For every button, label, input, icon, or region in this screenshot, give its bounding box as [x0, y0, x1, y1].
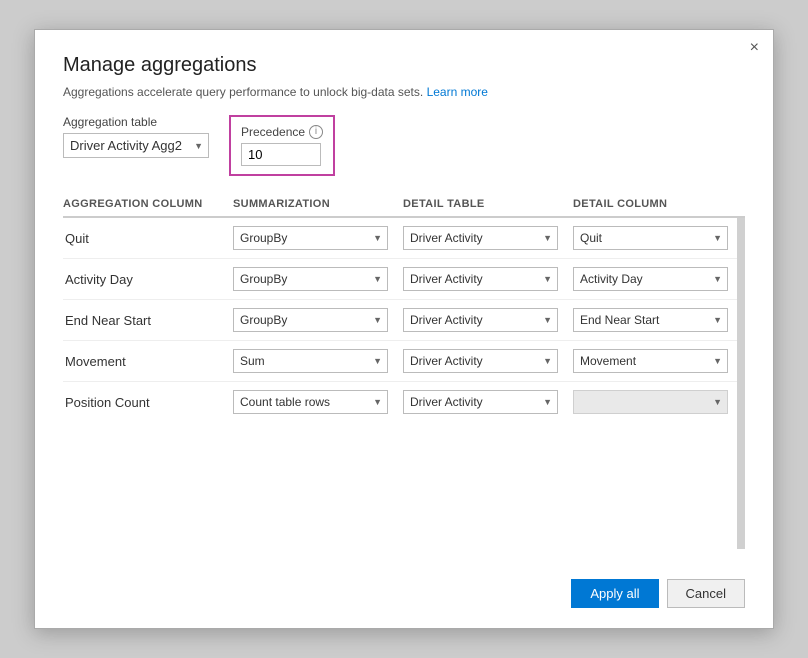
- detail-table-select-wrapper[interactable]: Driver Activity: [403, 267, 558, 291]
- top-controls: Aggregation table Driver Activity Agg2 P…: [63, 115, 745, 176]
- detail-column-select[interactable]: End Near Start: [573, 308, 728, 332]
- precedence-input[interactable]: [241, 143, 321, 166]
- col-header-detail-column: DETAIL COLUMN: [573, 198, 743, 210]
- detail-table-select-wrapper[interactable]: Driver Activity: [403, 308, 558, 332]
- col-header-detail-table: DETAIL TABLE: [403, 198, 573, 210]
- detail-column-select[interactable]: Activity Day: [573, 267, 728, 291]
- summarization-select[interactable]: GroupBy: [233, 267, 388, 291]
- dialog-footer: Apply all Cancel: [63, 569, 745, 608]
- detail-column-select-wrapper[interactable]: End Near Start: [573, 308, 728, 332]
- detail-table-select[interactable]: Driver Activity: [403, 226, 558, 250]
- precedence-label-row: Precedence i: [241, 125, 323, 139]
- detail-table-select-wrapper[interactable]: Driver Activity: [403, 349, 558, 373]
- close-button[interactable]: ×: [750, 40, 759, 56]
- summarization-select-wrapper[interactable]: GroupBy: [233, 267, 388, 291]
- detail-table-select[interactable]: Driver Activity: [403, 308, 558, 332]
- apply-all-button[interactable]: Apply all: [571, 579, 658, 608]
- summarization-select[interactable]: GroupBy: [233, 226, 388, 250]
- agg-table-label: Aggregation table: [63, 115, 209, 129]
- detail-column-select-wrapper[interactable]: Movement: [573, 349, 728, 373]
- delete-row-button[interactable]: 🗑: [743, 353, 745, 369]
- detail-column-select-wrapper[interactable]: Quit: [573, 226, 728, 250]
- table-row: Activity DayGroupByDriver ActivityActivi…: [63, 259, 737, 300]
- agg-column-label: Activity Day: [63, 272, 233, 287]
- precedence-box: Precedence i: [229, 115, 335, 176]
- manage-aggregations-dialog: × Manage aggregations Aggregations accel…: [34, 29, 774, 629]
- table-header: AGGREGATION COLUMN SUMMARIZATION DETAIL …: [63, 192, 745, 218]
- table-row: MovementSumDriver ActivityMovement🗑: [63, 341, 737, 382]
- col-header-summarization: SUMMARIZATION: [233, 198, 403, 210]
- agg-table-select[interactable]: Driver Activity Agg2: [63, 133, 209, 158]
- summarization-select-wrapper[interactable]: Count table rows: [233, 390, 388, 414]
- table-row: End Near StartGroupByDriver ActivityEnd …: [63, 300, 737, 341]
- detail-column-select-wrapper: [573, 390, 728, 414]
- learn-more-link[interactable]: Learn more: [427, 85, 488, 99]
- detail-column-select: [573, 390, 728, 414]
- summarization-select-wrapper[interactable]: Sum: [233, 349, 388, 373]
- agg-table-field: Aggregation table Driver Activity Agg2: [63, 115, 209, 158]
- detail-column-select-wrapper[interactable]: Activity Day: [573, 267, 728, 291]
- summarization-select[interactable]: Count table rows: [233, 390, 388, 414]
- data-rows: QuitGroupByDriver ActivityQuit🗑Activity …: [63, 218, 745, 549]
- detail-column-select[interactable]: Quit: [573, 226, 728, 250]
- detail-table-select[interactable]: Driver Activity: [403, 267, 558, 291]
- dialog-subtitle: Aggregations accelerate query performanc…: [63, 85, 745, 99]
- summarization-select-wrapper[interactable]: GroupBy: [233, 308, 388, 332]
- table-row: Position CountCount table rows Driver Act…: [63, 382, 737, 422]
- detail-table-select-wrapper[interactable]: Driver Activity: [403, 390, 558, 414]
- detail-table-select[interactable]: Driver Activity: [403, 390, 558, 414]
- agg-column-label: Movement: [63, 354, 233, 369]
- delete-row-button[interactable]: 🗑: [743, 271, 745, 287]
- detail-column-select[interactable]: Movement: [573, 349, 728, 373]
- table-row: QuitGroupByDriver ActivityQuit🗑: [63, 218, 737, 259]
- delete-row-button[interactable]: 🗑: [743, 394, 745, 410]
- agg-column-label: End Near Start: [63, 313, 233, 328]
- delete-row-button[interactable]: 🗑: [743, 312, 745, 328]
- agg-column-label: Position Count: [63, 395, 233, 410]
- precedence-label: Precedence: [241, 125, 305, 139]
- col-header-aggregation: AGGREGATION COLUMN: [63, 198, 233, 210]
- delete-row-button[interactable]: 🗑: [743, 230, 745, 246]
- detail-table-select[interactable]: Driver Activity: [403, 349, 558, 373]
- summarization-select[interactable]: Sum: [233, 349, 388, 373]
- summarization-select[interactable]: GroupBy: [233, 308, 388, 332]
- detail-table-select-wrapper[interactable]: Driver Activity: [403, 226, 558, 250]
- info-icon: i: [309, 125, 323, 139]
- dialog-title: Manage aggregations: [63, 54, 745, 77]
- summarization-select-wrapper[interactable]: GroupBy: [233, 226, 388, 250]
- agg-column-label: Quit: [63, 231, 233, 246]
- cancel-button[interactable]: Cancel: [667, 579, 745, 608]
- agg-table-select-wrapper[interactable]: Driver Activity Agg2: [63, 133, 209, 158]
